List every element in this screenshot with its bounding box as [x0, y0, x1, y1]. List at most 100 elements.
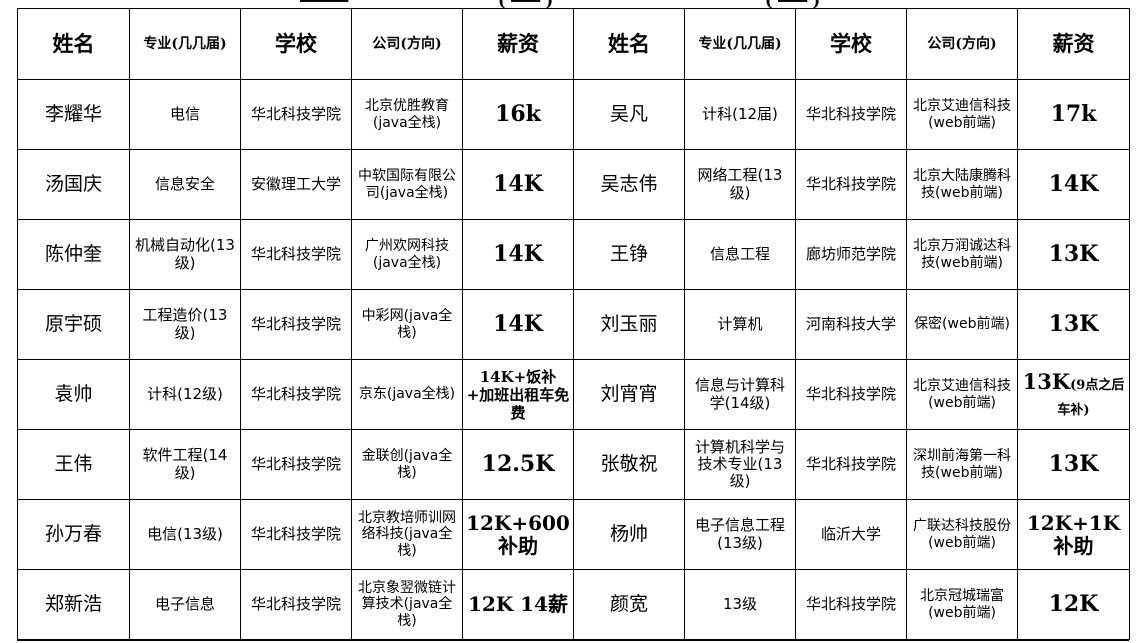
cell-salary: 14K: [462, 289, 574, 360]
cell-company: 北京冠城瑞富(web前端): [906, 569, 1018, 640]
cell-salary: 12K 14薪: [462, 569, 574, 640]
cell-major: 计算机科学与技术专业(13级): [684, 429, 796, 500]
cell-major: 计科(12届): [684, 79, 796, 150]
header-major: 专业(几几届): [684, 8, 796, 80]
cell-major: 计算机: [684, 289, 796, 360]
cell-company: 北京优胜教育(java全栈): [351, 79, 463, 150]
cell-school: 华北科技学院: [240, 569, 352, 640]
cell-school: 临沂大学: [795, 499, 907, 570]
cell-school: 安徽理工大学: [240, 149, 352, 220]
cell-salary: 14K: [462, 219, 574, 290]
cell-school: 华北科技学院: [795, 429, 907, 500]
header-salary: 薪资: [462, 8, 574, 80]
cell-major: 计科(12级): [129, 359, 241, 430]
header-school: 学校: [240, 8, 352, 80]
header-major: 专业(几几届): [129, 8, 241, 80]
cell-name: 李耀华: [17, 79, 130, 150]
cell-company: 中彩网(java全栈): [351, 289, 463, 360]
cell-name: 张敬祝: [573, 429, 685, 500]
cell-salary: 14K: [1017, 149, 1130, 220]
cell-salary: 14K+饭补+加班出租车免费: [462, 359, 574, 430]
cell-name: 吴凡: [573, 79, 685, 150]
cell-company: 中软国际有限公司(java全栈): [351, 149, 463, 220]
cell-name: 袁帅: [17, 359, 130, 430]
table-row: 郑新浩 电子信息 华北科技学院 北京象翌微链计算技术(java全栈) 12K 1…: [17, 569, 1130, 640]
cell-company: 广州欢网科技(java全栈): [351, 219, 463, 290]
cell-major: 信息安全: [129, 149, 241, 220]
cell-salary: 12K: [1017, 569, 1130, 640]
table-row: 陈仲奎 机械自动化(13级) 华北科技学院 广州欢网科技(java全栈) 14K…: [17, 219, 1130, 290]
cell-salary: 13K: [1017, 219, 1130, 290]
cell-name: 刘玉丽: [573, 289, 685, 360]
cell-salary: 17k: [1017, 79, 1130, 150]
cell-major: 软件工程(14级): [129, 429, 241, 500]
salary-value: 13K: [1022, 369, 1071, 395]
cell-major: 机械自动化(13级): [129, 219, 241, 290]
table-row: 李耀华 电信 华北科技学院 北京优胜教育(java全栈) 16k 吴凡 计科(1…: [17, 79, 1130, 150]
table-row: 原宇硕 工程造价(13级) 华北科技学院 中彩网(java全栈) 14K 刘玉丽…: [17, 289, 1130, 360]
header-row: 姓名 专业(几几届) 学校 公司(方向) 薪资 姓名 专业(几几届) 学校 公司…: [17, 8, 1130, 80]
cell-major: 电信: [129, 79, 241, 150]
cell-company: 北京教培师训网络科技(java全栈): [351, 499, 463, 570]
cell-major: 13级: [684, 569, 796, 640]
cell-major: 网络工程(13级): [684, 149, 796, 220]
cell-salary: 12K+1K补助: [1017, 499, 1130, 570]
header-school: 学校: [795, 8, 907, 80]
cell-major: 电信(13级): [129, 499, 241, 570]
salary-table: 姓名 专业(几几届) 学校 公司(方向) 薪资 姓名 专业(几几届) 学校 公司…: [17, 8, 1130, 640]
table-row: 孙万春 电信(13级) 华北科技学院 北京教培师训网络科技(java全栈) 12…: [17, 499, 1130, 570]
cell-school: 廊坊师范学院: [795, 219, 907, 290]
header-company: 公司(方向): [906, 8, 1018, 80]
cell-school: 华北科技学院: [795, 569, 907, 640]
cell-major: 电子信息工程(13级): [684, 499, 796, 570]
header-salary: 薪资: [1017, 8, 1130, 80]
table-row: 袁帅 计科(12级) 华北科技学院 京东(java全栈) 14K+饭补+加班出租…: [17, 359, 1130, 430]
cell-school: 华北科技学院: [240, 219, 352, 290]
cell-salary: 13K(9点之后车补): [1017, 359, 1130, 430]
cell-name: 吴志伟: [573, 149, 685, 220]
cell-company: 深圳前海第一科技(web前端): [906, 429, 1018, 500]
cell-school: 华北科技学院: [240, 429, 352, 500]
cell-major: 电子信息: [129, 569, 241, 640]
cell-major: 工程造价(13级): [129, 289, 241, 360]
cell-salary: 13K: [1017, 429, 1130, 500]
cell-name: 颜宽: [573, 569, 685, 640]
cell-salary: 16k: [462, 79, 574, 150]
cell-school: 华北科技学院: [240, 79, 352, 150]
cell-name: 汤国庆: [17, 149, 130, 220]
cell-name: 陈仲奎: [17, 219, 130, 290]
cell-name: 王铮: [573, 219, 685, 290]
cell-school: 华北科技学院: [240, 289, 352, 360]
cell-school: 华北科技学院: [795, 359, 907, 430]
cell-school: 华北科技学院: [240, 499, 352, 570]
header-company: 公司(方向): [351, 8, 463, 80]
table-row: 王伟 软件工程(14级) 华北科技学院 金联创(java全栈) 12.5K 张敬…: [17, 429, 1130, 500]
cell-major: 信息工程: [684, 219, 796, 290]
cell-salary: 12K+600补助: [462, 499, 574, 570]
cell-company: 北京万润诚达科技(web前端): [906, 219, 1018, 290]
cell-salary: 13K: [1017, 289, 1130, 360]
cell-major: 信息与计算科学(14级): [684, 359, 796, 430]
cell-company: 北京象翌微链计算技术(java全栈): [351, 569, 463, 640]
cell-school: 华北科技学院: [795, 79, 907, 150]
cell-name: 孙万春: [17, 499, 130, 570]
header-name: 姓名: [573, 8, 685, 80]
cell-school: 河南科技大学: [795, 289, 907, 360]
cell-name: 刘宵宵: [573, 359, 685, 430]
cell-company: 北京艾迪信科技(web前端): [906, 79, 1018, 150]
cell-company: 京东(java全栈): [351, 359, 463, 430]
cell-school: 华北科技学院: [795, 149, 907, 220]
cell-school: 华北科技学院: [240, 359, 352, 430]
cell-company: 保密(web前端): [906, 289, 1018, 360]
cell-company: 北京大陆康腾科技(web前端): [906, 149, 1018, 220]
cell-name: 杨帅: [573, 499, 685, 570]
cell-salary: 12.5K: [462, 429, 574, 500]
cell-name: 王伟: [17, 429, 130, 500]
cell-company: 北京艾迪信科技(web前端): [906, 359, 1018, 430]
header-name: 姓名: [17, 8, 130, 80]
cell-salary: 14K: [462, 149, 574, 220]
cell-name: 郑新浩: [17, 569, 130, 640]
cell-company: 广联达科技股份(web前端): [906, 499, 1018, 570]
table-row: 汤国庆 信息安全 安徽理工大学 中软国际有限公司(java全栈) 14K 吴志伟…: [17, 149, 1130, 220]
cell-name: 原宇硕: [17, 289, 130, 360]
